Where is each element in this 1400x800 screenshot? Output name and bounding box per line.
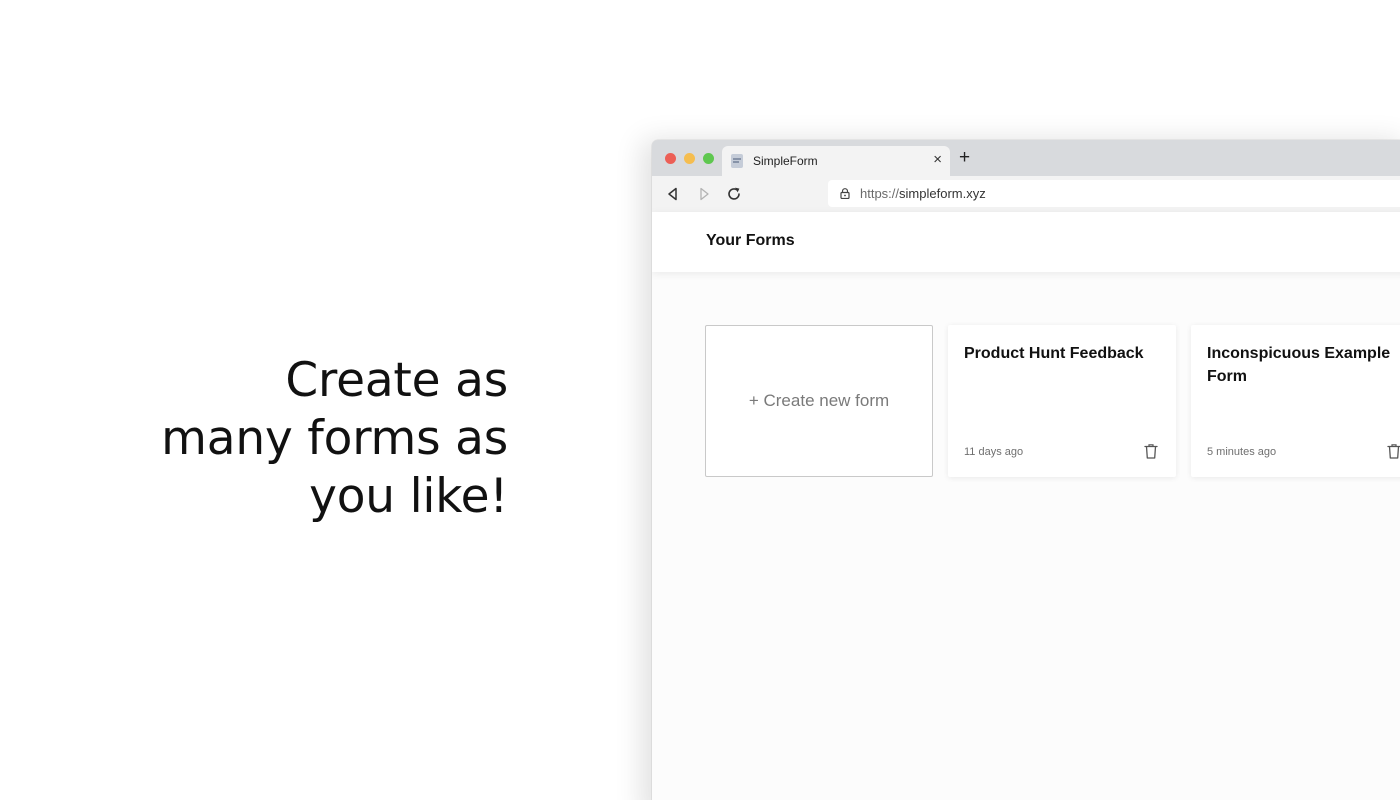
window-minimize-button[interactable]	[684, 153, 695, 164]
page-content: Your Forms + Create new form Product Hun…	[652, 212, 1400, 800]
form-card-title: Product Hunt Feedback	[964, 345, 1144, 362]
window-maximize-button[interactable]	[703, 153, 714, 164]
new-tab-button[interactable]: +	[959, 148, 970, 168]
trash-icon[interactable]	[1387, 443, 1400, 459]
trash-icon[interactable]	[1144, 443, 1158, 459]
url-host: simpleform.xyz	[899, 186, 986, 201]
lock-icon	[840, 188, 850, 199]
form-card-timestamp: 5 minutes ago	[1207, 446, 1277, 458]
close-tab-icon[interactable]: ×	[933, 152, 942, 168]
form-card-timestamp: 11 days ago	[964, 446, 1024, 458]
headline-line-2: many forms as	[161, 411, 508, 466]
browser-window: SimpleForm × + https://simpleform.xyz Yo…	[652, 140, 1400, 800]
url-text: https://simpleform.xyz	[860, 186, 986, 201]
stage: Create as many forms as you like! Simple…	[0, 0, 1400, 800]
headline-line-3: you like!	[309, 469, 508, 524]
create-new-form-button[interactable]: + Create new form	[705, 325, 933, 477]
marketing-headline: Create as many forms as you like!	[88, 352, 508, 526]
tab-title: SimpleForm	[753, 154, 818, 168]
create-new-form-label: + Create new form	[748, 391, 890, 410]
address-bar[interactable]: https://simpleform.xyz	[828, 180, 1400, 207]
headline-line-1: Create as	[285, 353, 508, 408]
document-icon	[731, 154, 743, 168]
window-close-button[interactable]	[665, 153, 676, 164]
reload-icon[interactable]	[726, 186, 742, 202]
browser-toolbar: https://simpleform.xyz	[652, 176, 1400, 213]
app-header: Your Forms	[652, 212, 1400, 272]
page-title: Your Forms	[706, 232, 795, 249]
form-card[interactable]: Inconspicuous Example Form 5 minutes ago	[1191, 325, 1400, 477]
tab-simpleform[interactable]: SimpleForm ×	[722, 146, 950, 176]
tab-strip: SimpleForm × +	[652, 140, 1400, 176]
url-scheme: https://	[860, 186, 900, 201]
back-arrow-icon[interactable]	[665, 186, 681, 202]
forward-arrow-icon[interactable]	[696, 186, 712, 202]
form-card-title: Inconspicuous Example Form	[1207, 345, 1391, 385]
form-card[interactable]: Product Hunt Feedback 11 days ago	[948, 325, 1176, 477]
